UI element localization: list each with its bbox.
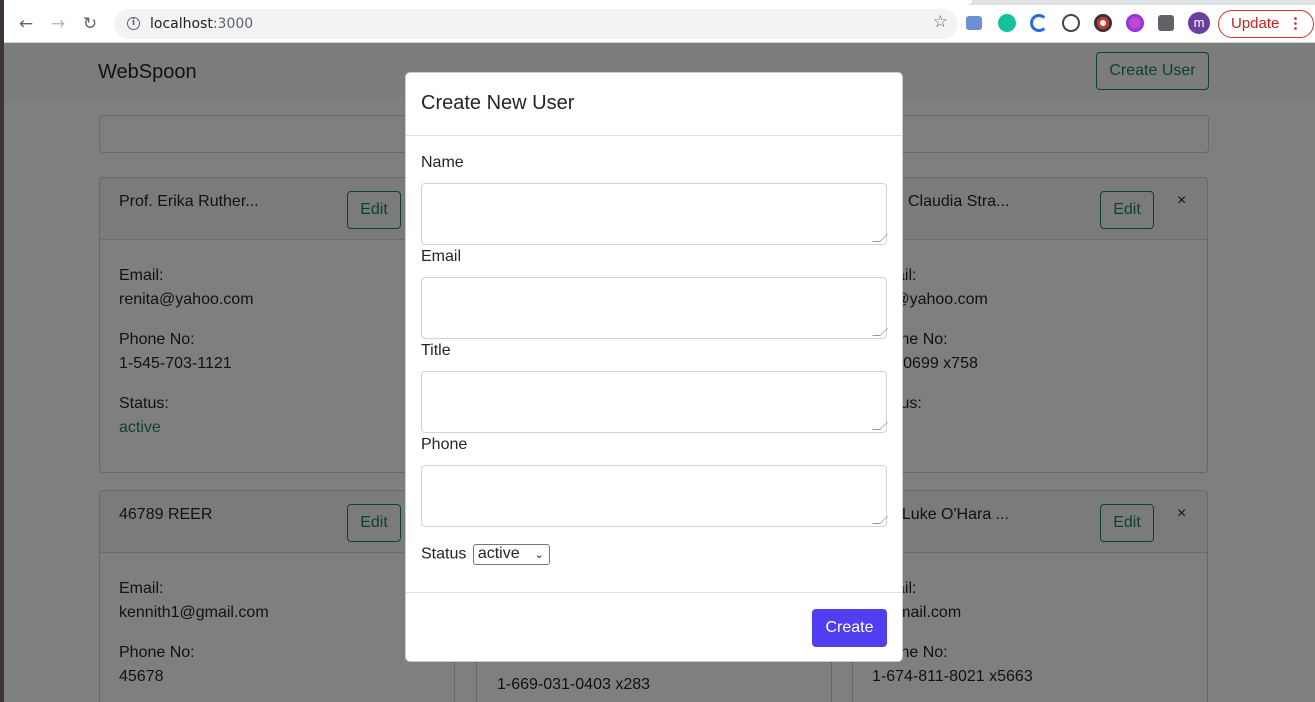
resize-grip-icon[interactable] <box>872 328 888 336</box>
puzzle-icon[interactable] <box>1158 15 1174 31</box>
avatar[interactable]: m <box>1188 12 1210 34</box>
reload-icon[interactable]: ↻ <box>77 11 103 37</box>
extension-icon[interactable] <box>1094 14 1112 32</box>
title-label: Title <box>421 342 451 359</box>
resize-grip-icon[interactable] <box>872 234 888 242</box>
title-input[interactable] <box>421 371 888 433</box>
extension-icon[interactable] <box>966 16 982 30</box>
name-input[interactable] <box>421 183 888 245</box>
url-text: localhost:3000 <box>150 16 254 32</box>
back-icon[interactable]: ← <box>13 11 39 37</box>
page: WebSpoon Create User Prof. Erika Ruther.… <box>4 43 1315 702</box>
email-input[interactable] <box>421 277 888 339</box>
chevron-down-icon: ⌄ <box>534 548 544 561</box>
modal-header: Create New User <box>406 73 902 136</box>
resize-grip-icon[interactable] <box>872 422 888 430</box>
status-select[interactable]: active ⌄ <box>472 544 550 565</box>
modal-title: Create New User <box>421 92 575 114</box>
info-icon[interactable]: i <box>127 17 140 30</box>
phone-label: Phone <box>421 436 468 453</box>
bookmark-star-icon[interactable]: ☆ <box>933 12 948 32</box>
extension-icon[interactable] <box>1126 14 1144 32</box>
email-label: Email <box>421 248 462 265</box>
address-bar[interactable]: i localhost:3000 ☆ <box>114 9 958 39</box>
status-label: Status <box>421 545 467 563</box>
forward-icon[interactable]: → <box>45 11 71 37</box>
phone-input[interactable] <box>421 465 888 527</box>
status-row: Status active ⌄ <box>421 544 550 565</box>
grammarly-icon[interactable] <box>998 14 1016 32</box>
modal-footer: Create <box>406 592 902 661</box>
browser-toolbar: ← → ↻ i localhost:3000 ☆ m Update ⋮ <box>4 5 1315 43</box>
name-label: Name <box>421 154 464 171</box>
extension-icon[interactable] <box>1030 14 1048 32</box>
update-button[interactable]: Update ⋮ <box>1218 10 1314 38</box>
resize-grip-icon[interactable] <box>872 516 888 524</box>
create-user-modal: Create New User Name Email Title Phone S… <box>405 72 903 662</box>
create-button[interactable]: Create <box>812 609 887 647</box>
menu-dots-icon: ⋮ <box>1288 15 1303 32</box>
extension-icon[interactable] <box>1062 14 1080 32</box>
